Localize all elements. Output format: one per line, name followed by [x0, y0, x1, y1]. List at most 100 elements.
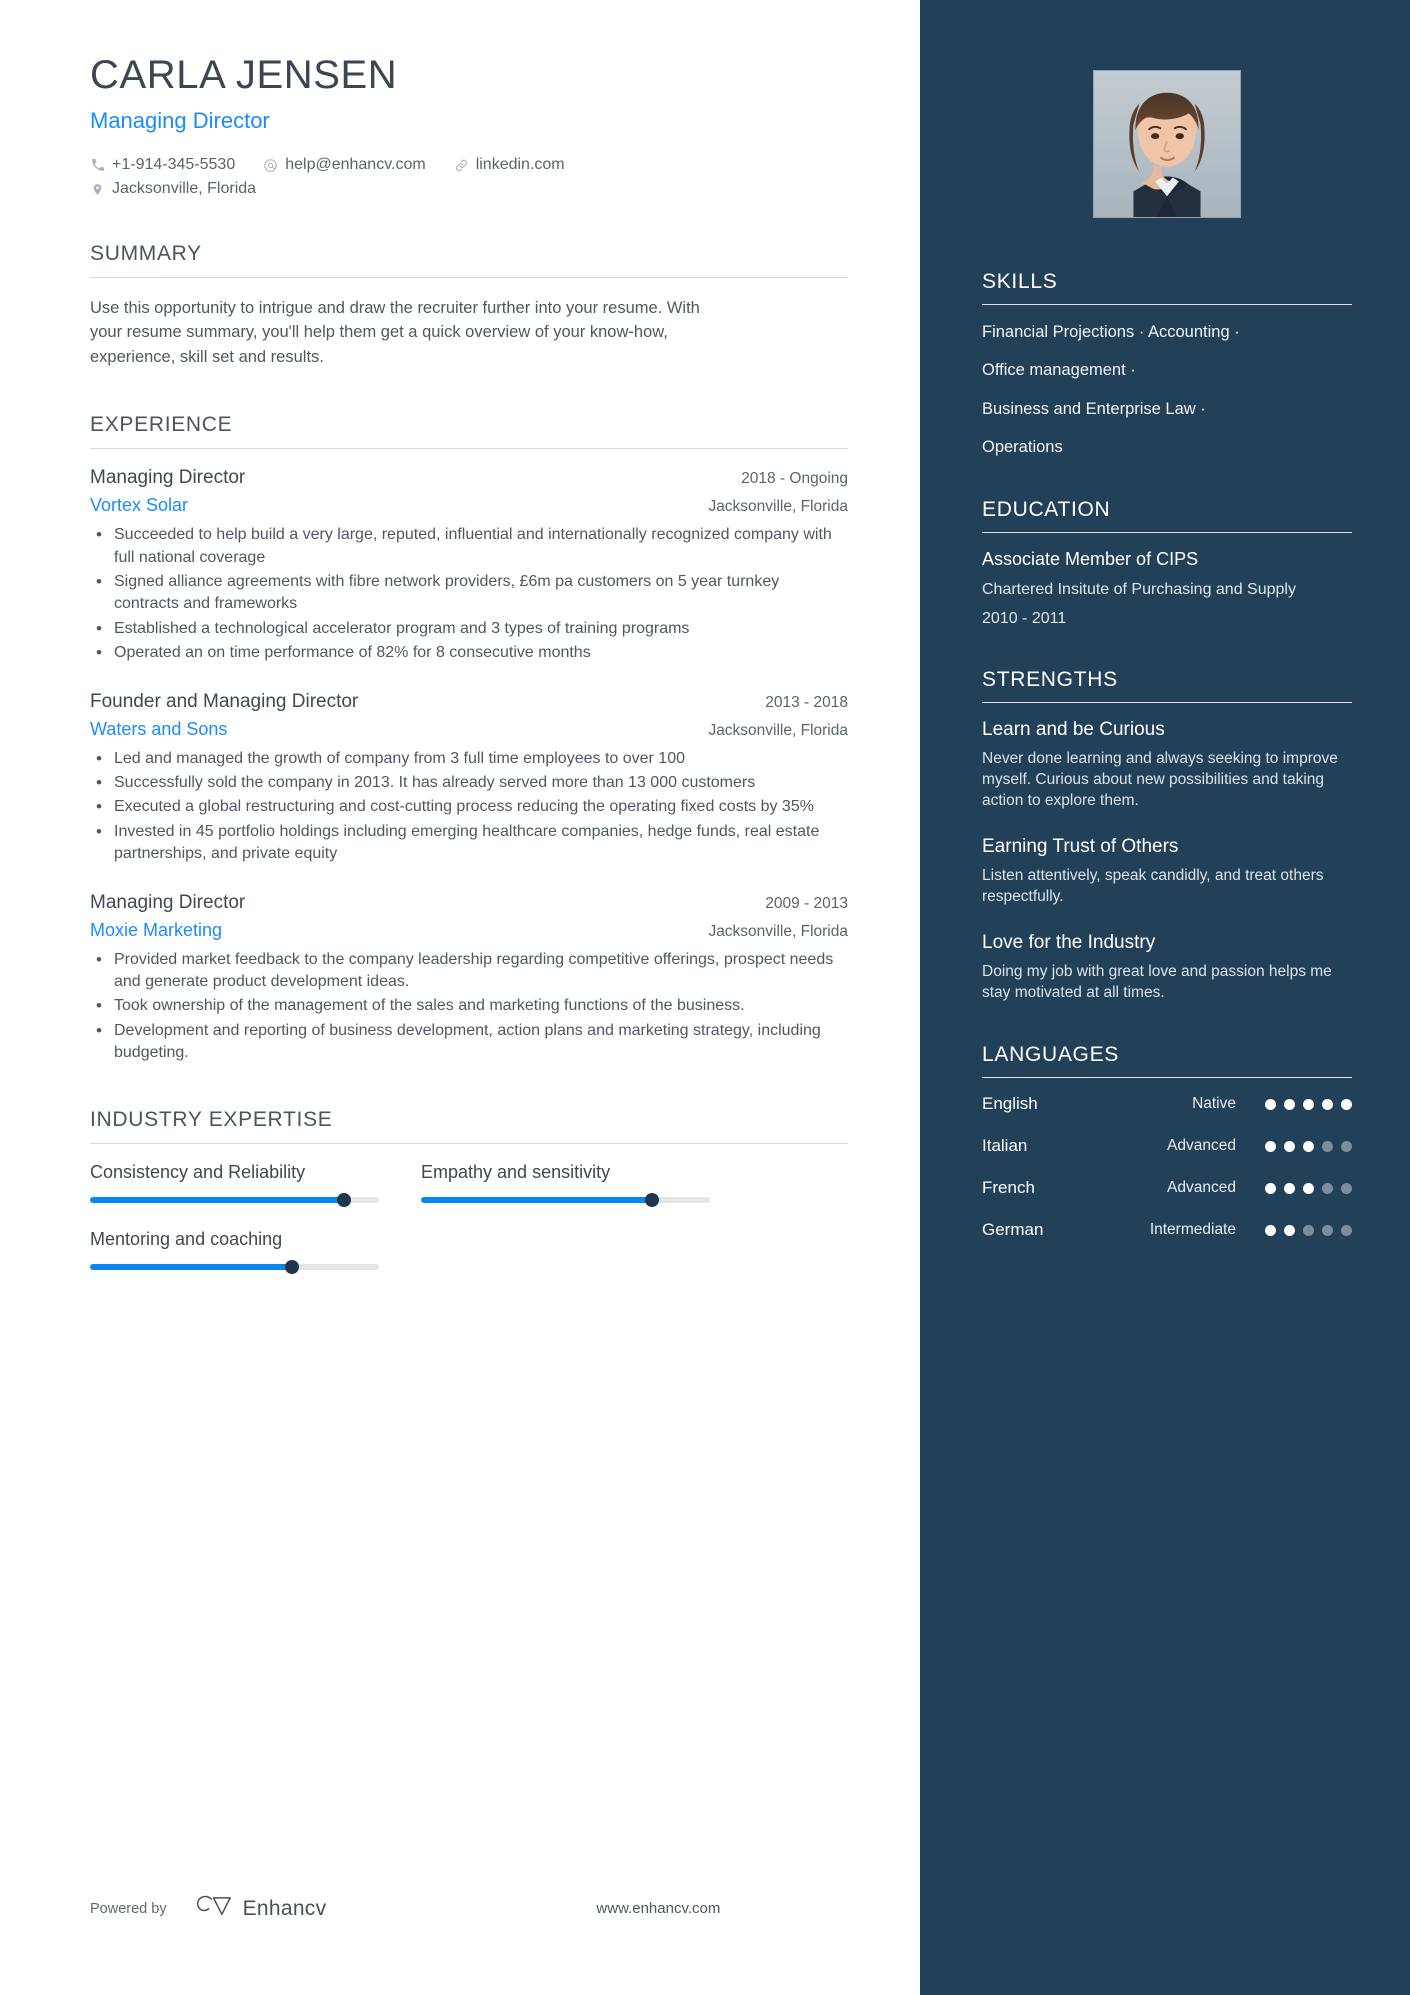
language-row: French Advanced — [982, 1178, 1352, 1198]
link-icon — [454, 158, 469, 173]
contact-line-location: Jacksonville, Florida — [90, 180, 848, 198]
language-row: English Native — [982, 1094, 1352, 1114]
strength-item: Earning Trust of Others Listen attentivel… — [982, 836, 1352, 908]
contact-linkedin[interactable]: linkedin.com — [454, 156, 565, 174]
job-title: Managing Director — [90, 108, 270, 133]
language-dot — [1322, 1140, 1333, 1152]
footer: Powered by Enhancv www.enhancv.com — [90, 1894, 880, 1923]
language-rating — [1254, 1224, 1352, 1236]
language-rating — [1254, 1140, 1352, 1152]
slider-knob[interactable] — [337, 1193, 352, 1208]
skill-line: Operations — [982, 437, 1063, 456]
section-industry-expertise: INDUSTRY EXPERTISE Consistency and Relia… — [90, 1108, 848, 1275]
experience-bullet: Established a technological accelerator … — [90, 617, 848, 641]
language-level: Advanced — [1167, 1179, 1236, 1197]
contact-phone-text: +1-914-345-5530 — [112, 156, 236, 173]
language-dot — [1284, 1182, 1295, 1194]
language-name: Italian — [982, 1136, 1028, 1156]
expertise-label: Consistency and Reliability — [90, 1162, 306, 1183]
slider-knob[interactable] — [645, 1193, 660, 1208]
footer-website[interactable]: www.enhancv.com — [596, 1900, 720, 1917]
language-level: Native — [1192, 1095, 1236, 1113]
experience-bullet: Development and reporting of business de… — [90, 1019, 848, 1065]
sidebar-section-languages: LANGUAGES English Native Italian Advanced Fr… — [982, 1043, 1352, 1240]
education-degree: Associate Member of CIPS — [982, 549, 1199, 570]
experience-company[interactable]: Waters and Sons — [90, 719, 227, 740]
contact-linkedin-text: linkedin.com — [475, 156, 565, 173]
education-dates: 2010 - 2011 — [982, 609, 1067, 627]
phone-icon — [90, 158, 105, 173]
contact-phone[interactable]: +1-914-345-5530 — [90, 156, 235, 174]
experience-item-subheader: Moxie Marketing Jacksonville, Florida — [90, 920, 848, 941]
experience-company[interactable]: Vortex Solar — [90, 495, 188, 516]
experience-bullets: Led and managed the growth of company fr… — [90, 747, 848, 866]
enhancv-logo-icon — [195, 1894, 233, 1923]
experience-bullet: Executed a global restructuring and cost… — [90, 795, 848, 819]
experience-item: Managing Director 2018 - Ongoing Vortex So… — [90, 467, 848, 665]
powered-by-label: Powered by — [90, 1900, 167, 1917]
language-dot — [1341, 1182, 1352, 1194]
skills-divider — [982, 304, 1352, 305]
strength-title: Love for the Industry — [982, 931, 1156, 953]
page-title: CARLA JENSEN — [90, 53, 398, 97]
experience-bullet: Signed alliance agreements with fibre ne… — [90, 570, 848, 616]
language-dot — [1341, 1224, 1352, 1236]
language-name: French — [982, 1178, 1035, 1198]
resume-main-column: CARLA JENSEN Managing Director +1-914-34… — [0, 0, 920, 1995]
experience-bullet: Led and managed the growth of company fr… — [90, 747, 848, 771]
strength-item: Love for the Industry Doing my job with g… — [982, 932, 1352, 1004]
avatar-wrap — [982, 70, 1352, 218]
language-dot — [1303, 1140, 1314, 1152]
summary-heading: SUMMARY — [90, 242, 202, 265]
experience-item-header: Founder and Managing Director 2013 - 2018 — [90, 691, 848, 713]
language-dot — [1284, 1224, 1295, 1236]
skill-line: Office management · — [982, 361, 1136, 380]
language-dot — [1303, 1224, 1314, 1236]
contact-location-text: Jacksonville, Florida — [112, 180, 257, 197]
email-icon — [263, 158, 278, 173]
language-dot — [1284, 1098, 1295, 1110]
strength-title: Earning Trust of Others — [982, 835, 1179, 857]
language-dot — [1341, 1098, 1352, 1110]
resume-sidebar: SKILLS Financial Projections · Accountin… — [920, 0, 1410, 1995]
languages-divider — [982, 1077, 1352, 1079]
language-dot — [1303, 1098, 1314, 1110]
contact-location: Jacksonville, Florida — [90, 180, 256, 198]
expertise-label: Empathy and sensitivity — [421, 1162, 611, 1183]
slider-knob[interactable] — [285, 1260, 300, 1275]
brand-name: Enhancv — [242, 1896, 327, 1920]
skill-line: Financial Projections · Accounting · — [982, 323, 1240, 341]
sidebar-section-skills: SKILLS Financial Projections · Accountin… — [982, 270, 1352, 458]
experience-bullet: Successfully sold the company in 2013. I… — [90, 771, 848, 795]
contact-line-primary: +1-914-345-5530 help@enhancv.com linkedi… — [90, 156, 848, 174]
language-dot — [1265, 1182, 1276, 1194]
sidebar-section-strengths: STRENGTHS Learn and be Curious Never done… — [982, 668, 1352, 1004]
strength-item: Learn and be Curious Never done learning … — [982, 719, 1352, 812]
sidebar-section-education: EDUCATION Associate Member of CIPS Chart… — [982, 498, 1352, 628]
avatar — [1093, 70, 1241, 218]
expertise-label: Mentoring and coaching — [90, 1229, 283, 1250]
contact-email[interactable]: help@enhancv.com — [263, 156, 426, 174]
expertise-slider[interactable] — [421, 1193, 710, 1208]
experience-bullet: Provided market feedback to the company … — [90, 948, 848, 994]
experience-item-header: Managing Director 2018 - Ongoing — [90, 467, 848, 489]
experience-company[interactable]: Moxie Marketing — [90, 920, 222, 941]
language-dot — [1322, 1224, 1333, 1236]
language-rating — [1254, 1098, 1352, 1110]
experience-dates: 2009 - 2013 — [765, 894, 848, 912]
experience-divider — [90, 448, 848, 450]
strengths-divider — [982, 701, 1352, 703]
strength-title: Learn and be Curious — [982, 718, 1165, 740]
language-dot — [1265, 1140, 1276, 1152]
skills-heading: SKILLS — [982, 270, 1058, 293]
section-summary: SUMMARY Use this opportunity to intrigue… — [90, 242, 848, 369]
language-dot — [1284, 1140, 1295, 1152]
brand-logo: Enhancv — [195, 1894, 327, 1923]
language-row: German Intermediate — [982, 1220, 1352, 1240]
languages-list: English Native Italian Advanced French Advanc… — [982, 1094, 1352, 1240]
expertise-slider[interactable] — [90, 1193, 379, 1208]
language-rating — [1254, 1182, 1352, 1194]
expertise-slider[interactable] — [90, 1260, 379, 1275]
expertise-item: Consistency and Reliability — [90, 1162, 379, 1208]
language-dot — [1265, 1098, 1276, 1110]
